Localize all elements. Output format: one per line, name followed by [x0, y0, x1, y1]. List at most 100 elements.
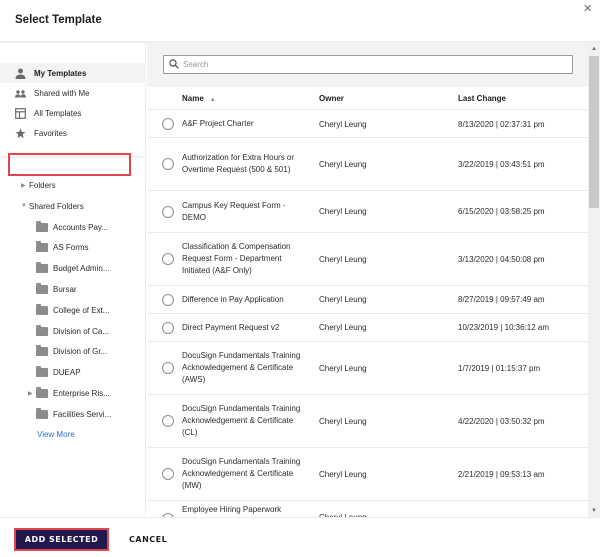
add-selected-button[interactable]: ADD SELECTED: [14, 528, 109, 551]
scrollbar[interactable]: ▲ ▼: [588, 43, 600, 517]
folder-label: College of Ext...: [53, 305, 110, 315]
column-name-label: Name: [182, 93, 204, 103]
shared-folders-label: Shared Folders: [29, 201, 84, 211]
cell-last-change: 8/27/2019 | 09:57:49 am: [458, 295, 545, 304]
cell-name: DocuSign Fundamentals Training Acknowled…: [182, 351, 301, 384]
row-radio[interactable]: [162, 253, 174, 265]
folder-icon: [36, 345, 48, 357]
cell-name: Authorization for Extra Hours or Overtim…: [182, 153, 295, 174]
row-radio[interactable]: [162, 321, 174, 334]
sidebar-item-favorites[interactable]: Favorites: [0, 123, 146, 143]
row-radio[interactable]: [162, 415, 174, 427]
sidebar-item-all-templates[interactable]: All Templates: [0, 103, 146, 123]
cell-name: DocuSign Fundamentals Training Acknowled…: [182, 404, 301, 437]
shared-folder-item[interactable]: Facilities Servi...: [28, 407, 111, 421]
caret-down-icon: ▼: [21, 203, 27, 209]
table-row[interactable]: DocuSign Fundamentals Training Acknowled…: [147, 395, 588, 448]
cell-owner: Cheryl Leung: [319, 469, 367, 479]
cell-name: Direct Payment Request v2: [182, 322, 280, 332]
cancel-button[interactable]: CANCEL: [124, 528, 172, 551]
shared-folder-item[interactable]: ▶ Enterprise Ris...: [28, 386, 110, 400]
table-row[interactable]: Direct Payment Request v2 Cheryl Leung 10/…: [147, 314, 588, 342]
row-radio[interactable]: [162, 362, 174, 374]
close-icon[interactable]: ✕: [583, 3, 592, 15]
sidebar-item-shared-with-me[interactable]: Shared with Me: [0, 83, 146, 103]
row-radio[interactable]: [162, 118, 174, 130]
column-header-owner[interactable]: Owner: [319, 94, 344, 103]
folder-label: Bursar: [53, 284, 77, 294]
scroll-up-icon[interactable]: ▲: [588, 43, 600, 55]
scroll-thumb[interactable]: [589, 56, 599, 208]
table-header: Name ▲ Owner Last Change: [147, 87, 588, 110]
shared-folder-item[interactable]: Division of Gr...: [28, 345, 107, 359]
cell-owner: Cheryl Leung: [319, 416, 367, 426]
table-row[interactable]: Employee Hiring PaperworkCheryl Leung: [147, 501, 588, 517]
cell-name: Classification & Compensation Request Fo…: [182, 242, 291, 275]
table-row[interactable]: Campus Key Request Form - DEMO Cheryl Leu…: [147, 191, 588, 233]
folders-label: Folders: [29, 180, 56, 190]
shared-folder-item[interactable]: DUEAP: [28, 366, 81, 380]
table-row[interactable]: Classification & Compensation Request Fo…: [147, 233, 588, 286]
folder-label: Division of Ca...: [53, 326, 110, 336]
people-icon: [15, 88, 26, 99]
folder-label: Division of Gr...: [53, 347, 108, 357]
shared-folder-item[interactable]: Accounts Pay...: [28, 220, 108, 234]
row-radio[interactable]: [162, 293, 174, 306]
star-icon: [15, 128, 26, 139]
dialog-footer: ADD SELECTED CANCEL: [0, 517, 600, 557]
select-template-dialog: Select Template ✕ My Templates Shared wi…: [0, 0, 600, 557]
folder-label: Facilities Servi...: [53, 409, 112, 419]
sidebar-item-label: All Templates: [34, 108, 82, 118]
cell-name: DocuSign Fundamentals Training Acknowled…: [182, 457, 301, 490]
template-grid-icon: [15, 107, 26, 119]
table-row[interactable]: Difference in Pay Application Cheryl Leun…: [147, 286, 588, 314]
shared-folder-item[interactable]: Bursar: [28, 282, 77, 296]
table-row[interactable]: DocuSign Fundamentals Training Acknowled…: [147, 342, 588, 395]
folders-tree-item[interactable]: ▶ Folders: [21, 178, 56, 192]
folder-label: DUEAP: [53, 368, 81, 378]
sidebar-item-label: Favorites: [34, 128, 67, 138]
table-row[interactable]: Authorization for Extra Hours or Overtim…: [147, 138, 588, 191]
row-radio[interactable]: [162, 205, 174, 218]
row-radio[interactable]: [162, 158, 174, 170]
folder-icon: [36, 241, 48, 253]
folder-icon: [36, 366, 48, 378]
column-header-name[interactable]: Name ▲: [182, 94, 216, 103]
person-icon: [15, 68, 26, 79]
cell-name: Employee Hiring Paperwork: [182, 505, 282, 514]
shared-folders-tree-item[interactable]: ▼ Shared Folders: [21, 199, 84, 213]
view-more-link[interactable]: View More: [37, 430, 75, 439]
sidebar-item-label: My Templates: [34, 68, 87, 78]
row-radio[interactable]: [162, 468, 174, 480]
cell-owner: Cheryl Leung: [319, 207, 367, 216]
table-row[interactable]: DocuSign Fundamentals Training Acknowled…: [147, 448, 588, 501]
template-list-panel: Name ▲ Owner Last Change A&F Project Char…: [147, 43, 588, 517]
cell-last-change: 1/7/2019 | 01:15:37 pm: [458, 363, 541, 373]
scroll-down-icon[interactable]: ▼: [588, 505, 600, 517]
shared-folder-item[interactable]: Budget Admin...: [28, 262, 109, 276]
folder-label: Budget Admin...: [53, 264, 110, 274]
cell-last-change: 3/22/2019 | 03:43:51 pm: [458, 159, 545, 169]
column-header-last-change[interactable]: Last Change: [458, 94, 506, 103]
shared-folder-item[interactable]: Division of Ca...: [28, 324, 109, 338]
cell-owner: Cheryl Leung: [319, 254, 367, 264]
dialog-title: Select Template: [15, 14, 102, 26]
cell-last-change: 10/23/2019 | 10:36:12 am: [458, 323, 550, 332]
folder-icon: [36, 220, 48, 232]
cell-owner: Cheryl Leung: [319, 363, 367, 373]
search-field[interactable]: [163, 55, 573, 74]
table-row[interactable]: A&F Project Charter Cheryl Leung 8/13/2020…: [147, 111, 588, 138]
folder-icon: [36, 407, 48, 419]
search-input[interactable]: [183, 60, 563, 69]
shared-folder-item[interactable]: AS Forms: [28, 241, 89, 255]
sidebar-item-my-templates[interactable]: My Templates: [0, 63, 146, 83]
folder-icon: [36, 303, 48, 315]
folder-icon: [36, 262, 48, 274]
shared-folders-highlight: [8, 153, 131, 176]
shared-folder-item[interactable]: College of Ext...: [28, 303, 109, 317]
folder-label: Enterprise Ris...: [53, 388, 110, 398]
cell-owner: Cheryl Leung: [319, 159, 367, 169]
caret-right-icon[interactable]: ▶: [28, 390, 36, 397]
sidebar: My Templates Shared with Me All Template…: [0, 43, 146, 517]
cell-last-change: 6/15/2020 | 03:58:25 pm: [458, 207, 545, 216]
